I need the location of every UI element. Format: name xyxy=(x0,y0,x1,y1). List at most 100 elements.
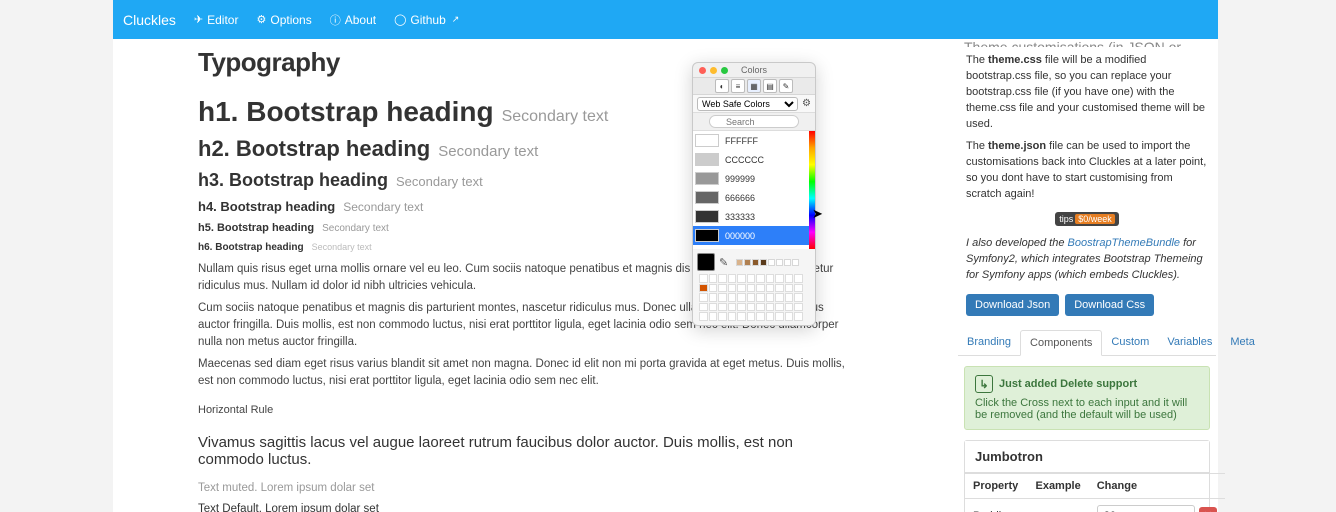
swatch-cell[interactable] xyxy=(747,303,756,312)
tab-branding[interactable]: Branding xyxy=(958,330,1020,355)
swatch-cell[interactable] xyxy=(775,293,784,302)
custom-swatch-grid[interactable] xyxy=(699,274,811,321)
recent-color[interactable] xyxy=(736,259,743,266)
color-row[interactable]: CCCCCC xyxy=(693,150,815,169)
sliders-mode-icon[interactable]: ≡ xyxy=(731,79,745,93)
swatch-cell[interactable] xyxy=(737,293,746,302)
picker-titlebar[interactable]: Colors xyxy=(693,63,815,77)
tab-custom[interactable]: Custom xyxy=(1102,330,1158,355)
swatch-cell[interactable] xyxy=(756,303,765,312)
swatch-cell[interactable] xyxy=(737,303,746,312)
swatch-cell[interactable] xyxy=(747,274,756,283)
swatch-cell[interactable] xyxy=(737,274,746,283)
palette-select[interactable]: Web Safe Colors xyxy=(697,97,798,111)
swatch-cell[interactable] xyxy=(699,293,708,302)
tab-components[interactable]: Components xyxy=(1020,330,1102,356)
color-picker-window[interactable]: Colors ◐ ≡ ▦ ▤ ✎ Web Safe Colors ⚙ FFFFF… xyxy=(692,62,816,326)
swatch-cell[interactable] xyxy=(728,293,737,302)
swatch-cell[interactable] xyxy=(699,284,708,293)
swatch-cell[interactable] xyxy=(699,274,708,283)
nav-github[interactable]: ◯Github↗ xyxy=(394,13,459,27)
swatch-cell[interactable] xyxy=(756,293,765,302)
pencils-mode-icon[interactable]: ✎ xyxy=(779,79,793,93)
nav-options[interactable]: ⚙Options xyxy=(256,13,311,27)
swatch-cell[interactable] xyxy=(709,312,718,321)
swatch-cell[interactable] xyxy=(737,312,746,321)
picker-gear-icon[interactable]: ⚙ xyxy=(802,98,811,109)
tab-meta[interactable]: Meta xyxy=(1221,330,1263,355)
tips-badge[interactable]: tips$0/week xyxy=(1055,212,1119,226)
swatch-cell[interactable] xyxy=(775,303,784,312)
swatch-cell[interactable] xyxy=(718,312,727,321)
swatch-cell[interactable] xyxy=(709,274,718,283)
swatch-cell[interactable] xyxy=(785,293,794,302)
swatch-cell[interactable] xyxy=(747,312,756,321)
swatch-cell[interactable] xyxy=(775,274,784,283)
bootstrap-theme-bundle-link[interactable]: BoostrapThemeBundle xyxy=(1068,237,1181,249)
palette-mode-icon[interactable]: ▦ xyxy=(747,79,761,93)
swatch-cell[interactable] xyxy=(718,303,727,312)
recent-color[interactable] xyxy=(752,259,759,266)
swatch-cell[interactable] xyxy=(785,274,794,283)
color-row[interactable]: 666666 xyxy=(693,188,815,207)
swatch-cell[interactable] xyxy=(718,284,727,293)
swatch-cell[interactable] xyxy=(756,284,765,293)
swatch-cell[interactable] xyxy=(718,293,727,302)
swatch-cell[interactable] xyxy=(775,284,784,293)
swatch-cell[interactable] xyxy=(709,284,718,293)
swatch-cell[interactable] xyxy=(728,303,737,312)
swatch-cell[interactable] xyxy=(794,274,803,283)
swatch-cell[interactable] xyxy=(728,312,737,321)
swatch-cell[interactable] xyxy=(785,312,794,321)
swatch-cell[interactable] xyxy=(766,284,775,293)
swatch-cell[interactable] xyxy=(766,274,775,283)
hue-strip[interactable] xyxy=(809,131,815,249)
spectrum-mode-icon[interactable]: ▤ xyxy=(763,79,777,93)
swatch-cell[interactable] xyxy=(747,284,756,293)
swatch-cell[interactable] xyxy=(766,303,775,312)
swatch-cell[interactable] xyxy=(785,303,794,312)
swatch-cell[interactable] xyxy=(785,284,794,293)
swatch-cell[interactable] xyxy=(756,274,765,283)
swatch-cell[interactable] xyxy=(699,303,708,312)
recent-color[interactable] xyxy=(776,259,783,266)
swatch-cell[interactable] xyxy=(794,293,803,302)
swatch-cell[interactable] xyxy=(709,293,718,302)
nav-about[interactable]: ⓘAbout xyxy=(330,12,376,28)
swatch-cell[interactable] xyxy=(718,274,727,283)
swatch-cell[interactable] xyxy=(794,303,803,312)
swatch-cell[interactable] xyxy=(747,293,756,302)
picker-color-list[interactable]: FFFFFF CCCCCC 999999 666666 333333 00000… xyxy=(693,131,815,249)
swatch-cell[interactable] xyxy=(728,284,737,293)
swatch-cell[interactable] xyxy=(728,274,737,283)
swatch-cell[interactable] xyxy=(794,284,803,293)
current-color-swatch[interactable] xyxy=(697,253,715,271)
recent-color[interactable] xyxy=(760,259,767,266)
picker-search-input[interactable] xyxy=(709,115,799,128)
swatch-cell[interactable] xyxy=(775,312,784,321)
download-css-button[interactable]: Download Css xyxy=(1065,294,1154,316)
swatch-cell[interactable] xyxy=(709,303,718,312)
recent-color[interactable] xyxy=(744,259,751,266)
recent-color[interactable] xyxy=(784,259,791,266)
recent-color[interactable] xyxy=(792,259,799,266)
recent-color[interactable] xyxy=(768,259,775,266)
color-row-selected[interactable]: 000000 xyxy=(693,226,815,245)
wheel-mode-icon[interactable]: ◐ xyxy=(715,79,729,93)
eyedropper-icon[interactable]: ✎ xyxy=(719,256,728,269)
delete-button[interactable]: ✕ xyxy=(1199,507,1217,512)
swatch-cell[interactable] xyxy=(737,284,746,293)
nav-editor[interactable]: ✈Editor xyxy=(194,13,239,27)
swatch-cell[interactable] xyxy=(766,312,775,321)
swatch-cell[interactable] xyxy=(699,312,708,321)
swatch-cell[interactable] xyxy=(766,293,775,302)
brand-logo[interactable]: Cluckles xyxy=(123,12,176,28)
download-json-button[interactable]: Download Json xyxy=(966,294,1059,316)
padding-input[interactable] xyxy=(1097,505,1195,512)
color-row[interactable]: 999999 xyxy=(693,169,815,188)
swatch-cell[interactable] xyxy=(756,312,765,321)
swatch-cell[interactable] xyxy=(794,312,803,321)
color-row[interactable]: FFFFFF xyxy=(693,131,815,150)
tab-variables[interactable]: Variables xyxy=(1158,330,1221,355)
color-row[interactable]: 333333 xyxy=(693,207,815,226)
